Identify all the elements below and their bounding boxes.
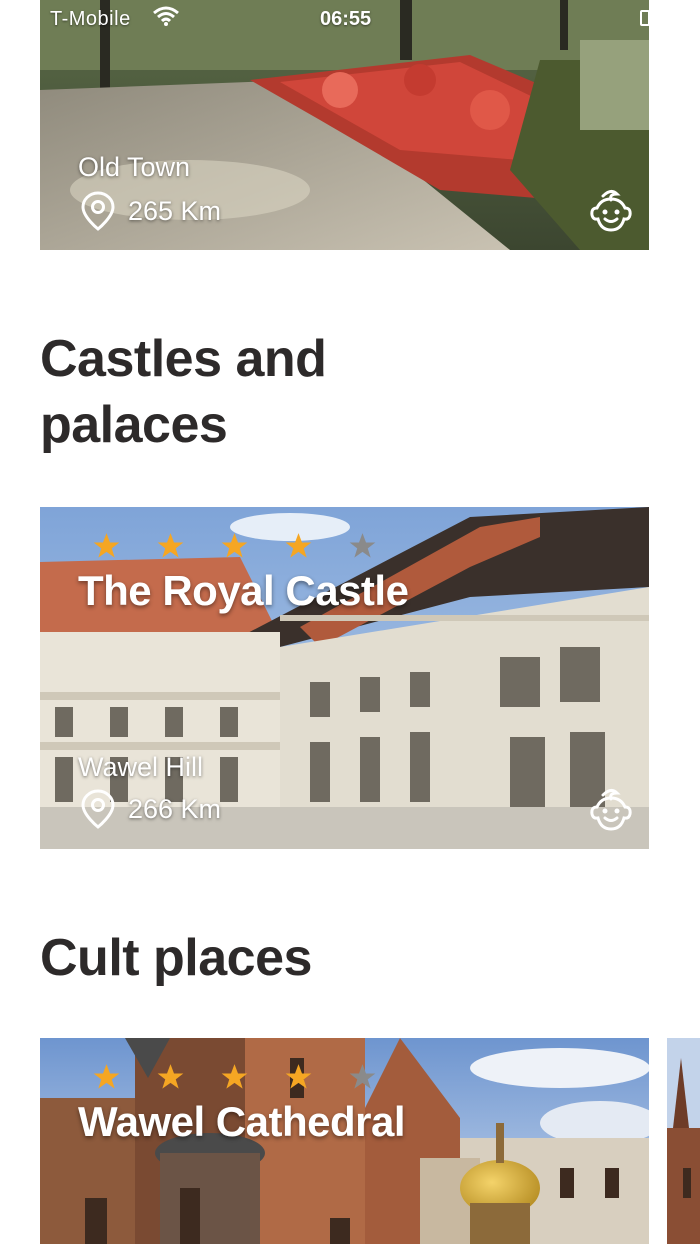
star-icon	[157, 533, 184, 558]
star-icon	[93, 533, 120, 558]
kid-friendly-icon	[590, 788, 632, 831]
attraction-card-royal-castle[interactable]: The Royal Castle Wawel Hill 266 Km	[40, 507, 649, 849]
star-icon	[285, 1064, 312, 1089]
kid-friendly-icon	[590, 189, 632, 232]
location-pin-icon	[81, 789, 115, 829]
star-icon	[285, 533, 312, 558]
location-pin-icon	[81, 191, 115, 231]
star-icon	[349, 533, 376, 558]
star-icon	[157, 1064, 184, 1089]
card-location: Wawel Hill	[78, 752, 204, 782]
card-distance: 265 Km	[78, 190, 221, 232]
star-icon	[221, 533, 248, 558]
attraction-card-wawel-cathedral[interactable]: Wawel Cathedral	[40, 1038, 649, 1244]
distance-label: 266 Km	[128, 793, 222, 824]
star-icon	[221, 1064, 248, 1089]
rating-stars	[92, 532, 377, 560]
next-card-peek[interactable]	[667, 1038, 700, 1244]
battery-icon	[640, 10, 650, 26]
card-photo	[667, 1038, 700, 1244]
section-title-castles: Castles and palaces	[40, 330, 327, 454]
status-bar: T-Mobile 06:55	[0, 0, 700, 40]
star-icon	[93, 1064, 120, 1089]
wifi-icon	[153, 6, 179, 26]
carrier-label: T-Mobile	[50, 8, 131, 30]
card-title: Wawel Cathedral	[78, 1098, 406, 1145]
rating-stars	[92, 1063, 377, 1091]
card-distance: 266 Km	[78, 788, 221, 830]
clock: 06:55	[320, 8, 372, 30]
section-title-cult: Cult places	[40, 929, 312, 987]
distance-label: 265 Km	[128, 195, 222, 226]
star-icon	[349, 1064, 376, 1089]
card-title: The Royal Castle	[78, 567, 409, 614]
card-location: Old Town	[78, 152, 191, 182]
